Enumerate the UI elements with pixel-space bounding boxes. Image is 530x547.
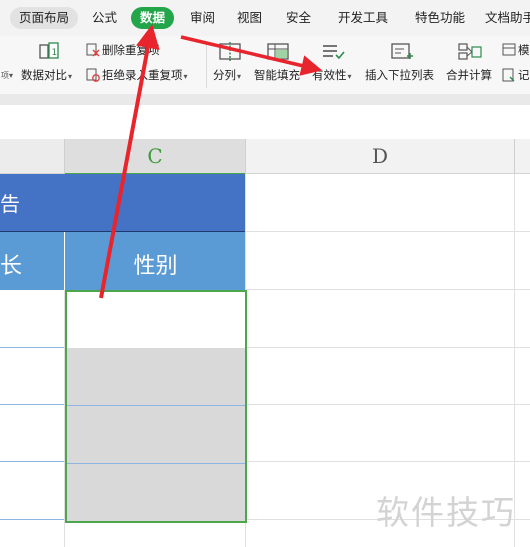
insert-dropdown-icon[interactable] xyxy=(390,42,414,66)
delete-duplicates-button[interactable]: 删除重复项 xyxy=(86,42,160,60)
formula-bar-area xyxy=(0,105,530,140)
grid-line xyxy=(246,289,530,290)
column-header-e[interactable] xyxy=(515,139,530,174)
ribbon-toolbar xyxy=(0,36,530,94)
smart-fill-icon[interactable] xyxy=(266,42,290,66)
reject-duplicates-icon xyxy=(86,68,100,85)
selected-cell[interactable] xyxy=(67,406,245,463)
header-divider xyxy=(514,139,515,174)
table-title-fragment: 告 xyxy=(0,192,20,216)
ribbon-bottom-band xyxy=(0,94,530,105)
column-header-d[interactable]: D xyxy=(246,139,514,174)
gender-header-label: 性别 xyxy=(133,254,178,279)
tool-fragment-left[interactable]: 项▾ xyxy=(0,67,13,81)
header-divider xyxy=(245,139,246,174)
data-compare-icon[interactable]: 1 xyxy=(38,42,60,66)
table-row-border xyxy=(0,347,64,348)
simulate-button[interactable]: 模 xyxy=(502,42,530,60)
validity-button[interactable]: 有效性▾ xyxy=(312,67,352,83)
delete-duplicates-icon xyxy=(86,43,100,60)
record-button[interactable]: 记 xyxy=(502,67,530,85)
tab-data[interactable]: 数据 xyxy=(131,7,175,29)
simulate-icon xyxy=(502,43,516,60)
header-divider xyxy=(64,139,65,174)
merge-calc-icon[interactable] xyxy=(457,42,483,66)
table-row-border xyxy=(0,404,64,405)
tab-view[interactable]: 视图 xyxy=(237,7,262,29)
smart-fill-button[interactable]: 智能填充 xyxy=(254,67,300,83)
data-compare-button[interactable]: 数据对比▾ xyxy=(21,67,72,83)
column-b-header-label: 长 xyxy=(0,254,23,279)
tab-formula[interactable]: 公式 xyxy=(92,7,117,29)
svg-text:1: 1 xyxy=(52,48,58,58)
table-row-border xyxy=(0,519,64,520)
tab-page-layout[interactable]: 页面布局 xyxy=(10,7,79,29)
table-title-row[interactable]: 告 xyxy=(0,174,245,231)
header-cell-divider xyxy=(64,232,65,290)
selected-cell[interactable] xyxy=(67,292,245,348)
selected-range-gender[interactable] xyxy=(65,290,247,523)
record-icon xyxy=(502,68,516,85)
column-header-c[interactable]: C xyxy=(65,139,245,175)
tab-special-features[interactable]: 特色功能 xyxy=(415,7,465,29)
split-icon[interactable] xyxy=(218,42,242,66)
tab-security[interactable]: 安全 xyxy=(286,7,311,29)
insert-dropdown-button[interactable]: 插入下拉列表 xyxy=(365,67,434,83)
reject-duplicates-button[interactable]: 拒绝录入重复项▾ xyxy=(86,67,188,85)
grid-line xyxy=(246,231,530,232)
toolbar-separator xyxy=(206,42,207,88)
selected-cell[interactable] xyxy=(67,464,245,521)
merge-calc-button[interactable]: 合并计算 xyxy=(446,67,492,83)
grid-line xyxy=(246,404,530,405)
split-button[interactable]: 分列▾ xyxy=(213,67,241,83)
watermark: 软件技巧 xyxy=(376,493,516,532)
ribbon-tab-bar: 页面布局 公式 数据 审阅 视图 安全 开发工具 特色功能 文档助手 xyxy=(0,0,530,36)
tab-doc-assistant[interactable]: 文档助手 xyxy=(485,7,530,29)
tab-review[interactable]: 审阅 xyxy=(190,7,215,29)
tab-developer-tools[interactable]: 开发工具 xyxy=(338,7,388,29)
column-header-b[interactable] xyxy=(0,139,64,174)
table-header-row[interactable]: 长 性别 xyxy=(0,232,245,290)
grid-line xyxy=(246,461,530,462)
grid-line xyxy=(246,347,530,348)
table-row-border xyxy=(0,461,64,462)
validity-icon[interactable] xyxy=(321,42,345,66)
selected-cell[interactable] xyxy=(67,348,245,405)
